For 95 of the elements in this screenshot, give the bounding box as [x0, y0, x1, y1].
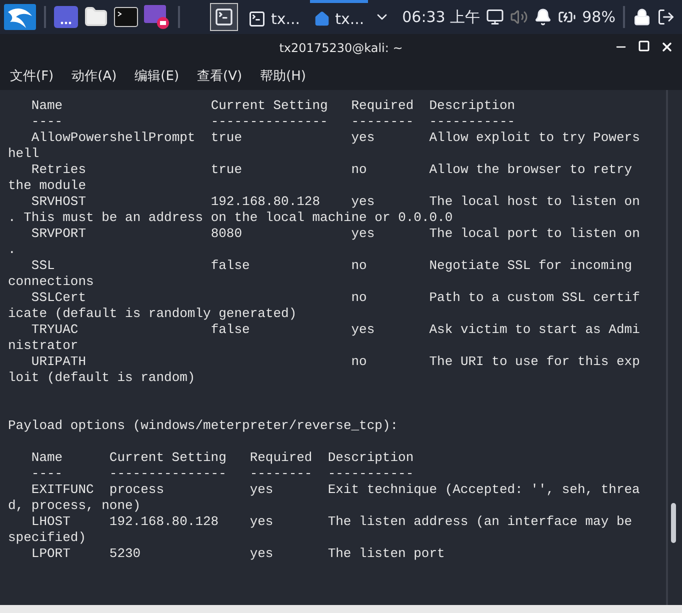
- scrollbar-thumb[interactable]: [671, 503, 676, 543]
- option-name: SSLCert: [31, 290, 87, 306]
- option-setting: 192.168.80.128: [210, 194, 322, 210]
- option-required: yes: [250, 482, 274, 498]
- menu-item[interactable]: 编辑(E): [134, 67, 180, 85]
- description-continuation: specified): [8, 530, 86, 546]
- logout-icon[interactable]: [657, 8, 676, 26]
- column-header: Description: [328, 450, 414, 466]
- menu-item[interactable]: 文件(F): [10, 67, 54, 85]
- option-name: SRVPORT: [31, 226, 87, 242]
- option-required: yes: [351, 194, 376, 210]
- maximize-icon[interactable]: [638, 40, 650, 52]
- option-name: TRYUAC: [31, 322, 80, 338]
- home-folder-icon: [314, 10, 330, 26]
- option-setting: false: [210, 258, 251, 274]
- option-setting: true: [210, 162, 244, 178]
- description-continuation: connections: [8, 274, 94, 290]
- option-name: EXITFUNC: [31, 482, 95, 498]
- option-name: LHOST: [31, 514, 72, 530]
- description-continuation: nistrator: [8, 338, 78, 354]
- option-name: Retries: [31, 162, 87, 178]
- dragon-logo-icon[interactable]: [4, 4, 36, 30]
- description-continuation: loit (default is random): [8, 370, 196, 386]
- description-continuation: hell: [8, 146, 40, 162]
- header-rule: --------: [351, 114, 415, 130]
- option-description: Negotiate SSL for incoming: [429, 258, 632, 274]
- column-header: Required: [250, 450, 314, 466]
- window-button[interactable]: tx...: [244, 0, 304, 34]
- folder-icon[interactable]: [84, 5, 108, 29]
- option-setting: 192.168.80.128: [109, 514, 220, 530]
- option-name: AllowPowershellPrompt: [31, 130, 196, 146]
- option-required: no: [351, 258, 368, 274]
- option-required: yes: [351, 130, 376, 146]
- option-required: yes: [351, 322, 376, 338]
- description-continuation: icate (default is randomly generated): [8, 306, 297, 322]
- option-name: URIPATH: [31, 354, 87, 370]
- clock[interactable]: 06:33 上午: [402, 8, 480, 26]
- terminal-icon[interactable]: [114, 7, 138, 27]
- option-name: SSL: [31, 258, 56, 274]
- terminal-icon: [214, 7, 234, 27]
- lock-icon[interactable]: [633, 8, 652, 26]
- payload-heading: Payload options (windows/meterpreter/reverse_tcp):: [8, 418, 398, 434]
- option-description: The local port to listen on: [429, 226, 640, 242]
- option-setting: 5230: [109, 546, 142, 562]
- menu-item[interactable]: 帮助(H): [260, 67, 306, 85]
- header-rule: ----: [31, 114, 64, 130]
- option-required: no: [351, 354, 368, 370]
- option-setting: false: [210, 322, 251, 338]
- option-description: Path to a custom SSL certif: [429, 290, 640, 306]
- option-setting: 8080: [210, 226, 244, 242]
- option-description: The URI to use for this exp: [429, 354, 640, 370]
- option-required: no: [351, 162, 368, 178]
- description-continuation: .: [8, 242, 16, 258]
- description-continuation: d, process, none): [8, 498, 141, 514]
- header-rule: --------: [250, 466, 314, 482]
- option-description: The listen port: [328, 546, 445, 562]
- screen-recorder-icon[interactable]: [144, 5, 170, 29]
- option-description: Allow the browser to retry: [429, 162, 632, 178]
- header-rule: -----------: [328, 466, 414, 482]
- app-window-icon[interactable]: [54, 6, 78, 28]
- bell-icon[interactable]: [534, 8, 552, 26]
- header-rule: -----------: [429, 114, 516, 130]
- column-header: Required: [351, 98, 415, 114]
- header-rule: ---------------: [109, 466, 228, 482]
- terminal-icon: [248, 10, 266, 28]
- option-description: Ask victim to start as Admi: [429, 322, 640, 338]
- monitor-icon[interactable]: [486, 8, 504, 26]
- menu-item[interactable]: 查看(V): [197, 67, 242, 85]
- description-continuation: . This must be an address on the local machine or 0.0.0.0: [8, 210, 453, 226]
- window-title: tx20175230@kali: ~: [279, 41, 403, 55]
- option-required: no: [351, 290, 368, 306]
- option-required: yes: [250, 514, 274, 530]
- option-required: yes: [351, 226, 376, 242]
- terminal-launcher[interactable]: [210, 3, 238, 31]
- option-description: The listen address (an interface may be: [328, 514, 632, 530]
- option-setting: true: [210, 130, 244, 146]
- column-header: Name: [31, 98, 64, 114]
- option-setting: process: [109, 482, 165, 498]
- column-header: Current Setting: [109, 450, 228, 466]
- option-description: The local host to listen on: [429, 194, 640, 210]
- description-continuation: the module: [8, 178, 86, 194]
- option-name: SRVHOST: [31, 194, 87, 210]
- option-name: LPORT: [31, 546, 72, 562]
- header-rule: ----: [31, 466, 64, 482]
- volume-icon[interactable]: [510, 8, 528, 26]
- battery-level: 98%: [582, 8, 616, 26]
- column-header: Name: [31, 450, 64, 466]
- option-description: Exit technique (Accepted: '', seh, threa: [328, 482, 640, 498]
- option-description: Allow exploit to try Powers: [429, 130, 640, 146]
- column-header: Current Setting: [210, 98, 329, 114]
- header-rule: ---------------: [210, 114, 329, 130]
- column-header: Description: [429, 98, 516, 114]
- close-icon[interactable]: [660, 40, 674, 54]
- option-required: yes: [250, 546, 274, 562]
- menu-item[interactable]: 动作(A): [72, 67, 117, 85]
